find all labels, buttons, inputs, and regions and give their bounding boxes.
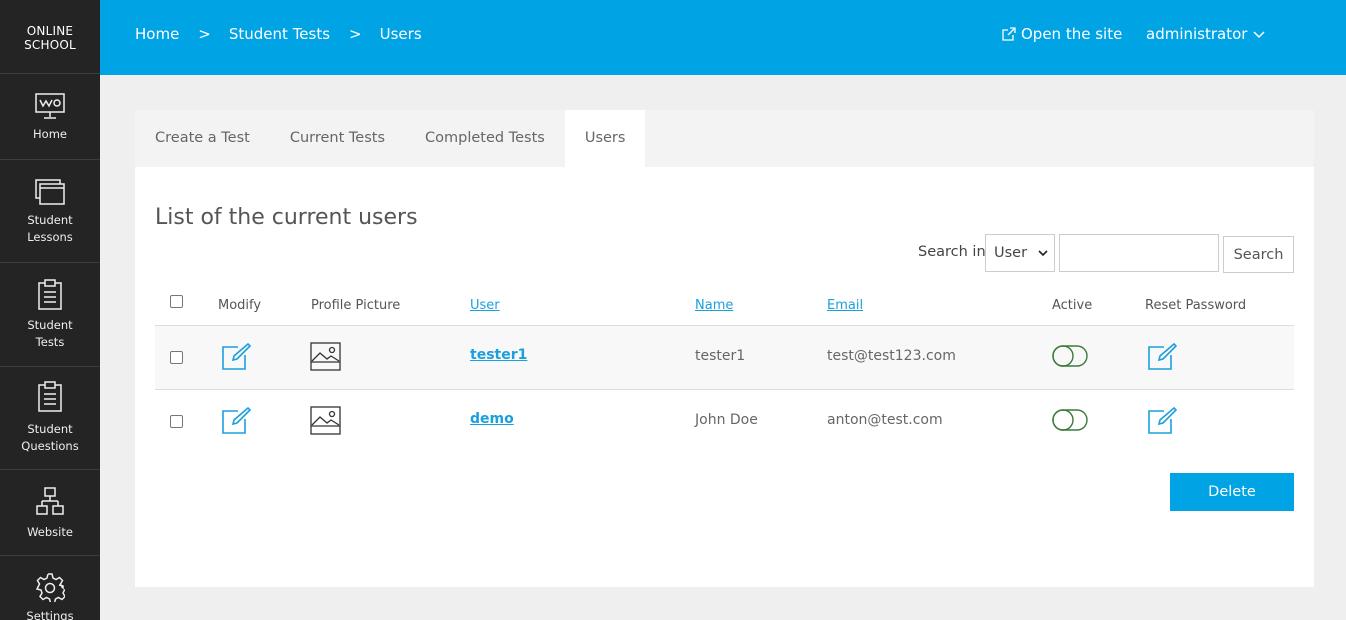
col-reset-password: Reset Password <box>1145 298 1247 313</box>
breadcrumb-separator: > <box>349 25 362 43</box>
presentation-board-icon <box>35 93 65 119</box>
user-menu[interactable]: administrator <box>1146 25 1265 43</box>
sidebar-item-settings[interactable]: Settings <box>0 556 100 620</box>
search-input[interactable] <box>1059 234 1219 272</box>
sidebar: ONLINE SCHOOL Home Student Lessons Stude… <box>0 0 100 620</box>
delete-button[interactable]: Delete <box>1170 473 1294 511</box>
external-link-icon <box>1002 27 1016 41</box>
search-field-select[interactable]: User <box>985 234 1055 272</box>
sidebar-item-label: Student Questions <box>21 422 79 453</box>
table-header: Modify Profile Picture User Name Email A… <box>155 286 1294 326</box>
col-profile-picture: Profile Picture <box>311 298 401 313</box>
active-toggle[interactable] <box>1052 409 1088 431</box>
chevron-down-icon <box>1253 31 1265 39</box>
tab-completed-tests[interactable]: Completed Tests <box>405 110 565 167</box>
user-name-cell: tester1 <box>695 348 746 364</box>
tab-bar: Create a Test Current Tests Completed Te… <box>135 110 1314 167</box>
row-checkbox[interactable] <box>170 351 183 364</box>
image-icon <box>310 406 341 435</box>
reset-password-icon[interactable] <box>1147 407 1177 435</box>
tab-users[interactable]: Users <box>564 110 646 167</box>
breadcrumb-home[interactable]: Home <box>135 25 179 43</box>
user-email-cell: test@test123.com <box>827 348 956 364</box>
open-site-label: Open the site <box>1021 25 1123 43</box>
open-site-link[interactable]: Open the site <box>1002 25 1122 43</box>
active-toggle[interactable] <box>1052 345 1088 367</box>
breadcrumb: Home > Student Tests > Users <box>135 25 422 43</box>
user-name-cell: John Doe <box>695 412 758 428</box>
gear-icon <box>35 573 65 602</box>
sitemap-icon <box>36 487 64 515</box>
select-all-checkbox[interactable] <box>170 295 183 308</box>
edit-icon[interactable] <box>221 343 251 371</box>
breadcrumb-separator: > <box>198 25 211 43</box>
sidebar-item-student-questions[interactable]: Student Questions <box>0 367 100 470</box>
tab-create-test[interactable]: Create a Test <box>135 110 270 167</box>
content-panel: Create a Test Current Tests Completed Te… <box>135 110 1314 587</box>
user-link[interactable]: tester1 <box>470 347 527 363</box>
image-icon <box>310 342 341 371</box>
row-checkbox[interactable] <box>170 415 183 428</box>
table-row: tester1 tester1 test@test123.com <box>155 326 1294 390</box>
chevron-down-icon <box>1038 250 1048 257</box>
edit-icon[interactable] <box>221 407 251 435</box>
col-name-sort[interactable]: Name <box>695 298 733 313</box>
user-name: administrator <box>1146 25 1248 43</box>
page-title: List of the current users <box>155 205 418 230</box>
clipboard-icon <box>38 279 62 310</box>
windows-icon <box>35 179 65 205</box>
user-email-cell: anton@test.com <box>827 412 943 428</box>
sidebar-item-student-tests[interactable]: Student Tests <box>0 263 100 367</box>
sidebar-item-website[interactable]: Website <box>0 470 100 556</box>
sidebar-item-label: Settings <box>26 609 74 620</box>
tab-current-tests[interactable]: Current Tests <box>270 110 405 167</box>
sidebar-item-label: Student Tests <box>27 318 73 349</box>
sidebar-item-home[interactable]: Home <box>0 74 100 160</box>
top-bar: Home > Student Tests > Users Open the si… <box>100 0 1346 75</box>
clipboard-icon <box>38 381 62 412</box>
sidebar-item-label: Student Lessons <box>27 213 73 244</box>
breadcrumb-student-tests[interactable]: Student Tests <box>229 25 330 43</box>
user-link[interactable]: demo <box>470 411 514 427</box>
reset-password-icon[interactable] <box>1147 343 1177 371</box>
search-label: Search in: <box>918 244 991 260</box>
sidebar-item-student-lessons[interactable]: Student Lessons <box>0 160 100 263</box>
sidebar-item-label: Website <box>27 525 73 539</box>
col-modify: Modify <box>218 298 262 313</box>
col-user-sort[interactable]: User <box>470 298 500 313</box>
table-row: demo John Doe anton@test.com <box>155 390 1294 454</box>
breadcrumb-users: Users <box>379 25 422 43</box>
sidebar-item-label: Home <box>33 127 67 141</box>
col-active: Active <box>1052 298 1093 313</box>
col-email-sort[interactable]: Email <box>827 298 863 313</box>
logo: ONLINE SCHOOL <box>0 0 100 74</box>
search-button[interactable]: Search <box>1223 236 1294 273</box>
search-field-value: User <box>994 245 1028 261</box>
